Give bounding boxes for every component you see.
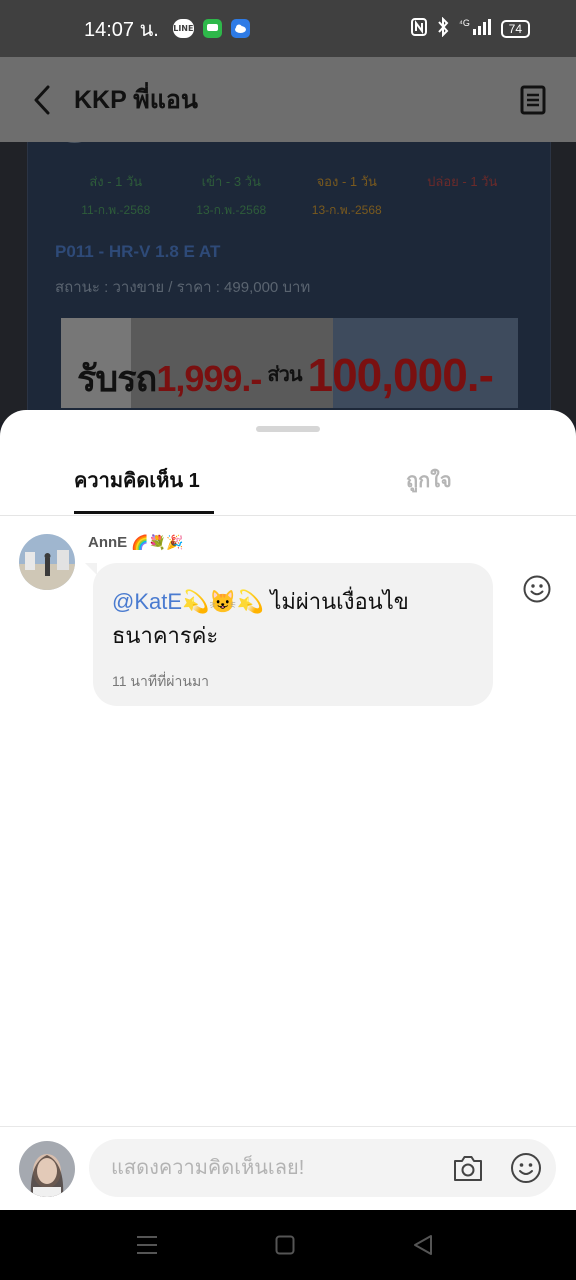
- status-time: 14:07 น.: [84, 18, 159, 41]
- step-label: จอง - 1 วัน: [316, 174, 377, 189]
- step-item: ปล่อย - 1 วัน: [405, 171, 521, 220]
- smiley-react-icon[interactable]: [523, 575, 551, 603]
- post-avatar: [52, 142, 97, 143]
- document-icon[interactable]: [518, 85, 548, 115]
- banner-text: รับรถ1,999.- ส่วน 100,000.-: [77, 349, 494, 401]
- status-steps: ส่ง - 1 วัน 11-ก.พ.-2568 เข้า - 3 วัน 13…: [58, 171, 520, 220]
- tab-comments[interactable]: ความคิดเห็น 1: [74, 450, 214, 514]
- step-date: 13-ก.พ.-2568: [196, 203, 267, 217]
- back-triangle-icon[interactable]: [412, 1234, 434, 1256]
- tab-bar: ความคิดเห็น 1 ถูกใจ: [0, 450, 576, 516]
- svg-text:⁴G: ⁴G: [459, 18, 470, 28]
- chevron-left-icon[interactable]: [22, 80, 62, 120]
- line-icon: LINE: [172, 19, 194, 38]
- battery-icon: 74: [500, 19, 530, 38]
- bluetooth-icon: [437, 16, 449, 40]
- comment-input-bar: [0, 1126, 576, 1211]
- drag-handle[interactable]: [256, 426, 320, 432]
- comment-bubble[interactable]: @KatE💫😺💫 ไม่ผ่านเงื่อนไขธนาคารค่ะ 11 นาท…: [85, 563, 493, 706]
- home-square-icon[interactable]: [275, 1235, 295, 1255]
- author-name: AnnE: [88, 534, 128, 551]
- messages-icon: [202, 19, 222, 38]
- camera-icon[interactable]: [452, 1153, 484, 1183]
- status-bar: 14:07 น. LINE ⁴G 74: [0, 0, 576, 57]
- 4g-icon: ⁴G: [459, 17, 491, 40]
- comments-sheet: ความคิดเห็น 1 ถูกใจ AnnE 🌈💐🎉 @KatE💫😺💫 ไม่…: [0, 410, 576, 1210]
- step-item: เข้า - 3 วัน 13-ก.พ.-2568: [174, 171, 290, 220]
- step-item: ส่ง - 1 วัน 11-ก.พ.-2568: [58, 171, 174, 220]
- my-avatar[interactable]: [19, 1141, 75, 1197]
- comment-timestamp: 11 นาทีที่ผ่านมา: [112, 673, 210, 689]
- comment-author: AnnE 🌈💐🎉: [88, 534, 183, 551]
- comment-input[interactable]: [89, 1139, 556, 1197]
- step-label: ปล่อย - 1 วัน: [427, 174, 498, 189]
- page-title: KKP พี่แอน: [74, 85, 198, 114]
- weather-icon: [230, 19, 250, 38]
- tab-comments-label: ความคิดเห็น 1: [74, 470, 200, 492]
- comment-text: @KatE💫😺💫 ไม่ผ่านเงื่อนไขธนาคารค่ะ: [112, 585, 473, 653]
- app-header: KKP พี่แอน: [0, 57, 576, 142]
- step-date: 13-ก.พ.-2568: [311, 203, 382, 217]
- promo-banner: รับรถ1,999.- ส่วน 100,000.-: [61, 318, 518, 408]
- step-label: เข้า - 3 วัน: [201, 174, 261, 189]
- mention-link[interactable]: @KatE💫😺💫: [112, 589, 264, 614]
- step-item: จอง - 1 วัน 13-ก.พ.-2568: [289, 171, 405, 220]
- background-post: ส่ง - 1 วัน 11-ก.พ.-2568 เข้า - 3 วัน 13…: [0, 142, 576, 422]
- tab-likes[interactable]: ถูกใจ: [406, 464, 452, 496]
- avatar[interactable]: [19, 534, 75, 590]
- system-nav-bar: [0, 1210, 576, 1280]
- post-card: ส่ง - 1 วัน 11-ก.พ.-2568 เข้า - 3 วัน 13…: [27, 142, 551, 422]
- emoji-icon[interactable]: [510, 1152, 542, 1184]
- step-label: ส่ง - 1 วัน: [89, 174, 143, 189]
- listing-subtitle: สถานะ : วางขาย / ราคา : 499,000 บาท: [55, 279, 311, 296]
- recents-menu-icon[interactable]: [136, 1234, 158, 1256]
- listing-title: P011 - HR-V 1.8 E AT: [55, 242, 221, 261]
- step-date: 11-ก.พ.-2568: [81, 203, 151, 217]
- nfc-icon: [410, 18, 427, 39]
- author-emoji: 🌈💐🎉: [131, 534, 184, 550]
